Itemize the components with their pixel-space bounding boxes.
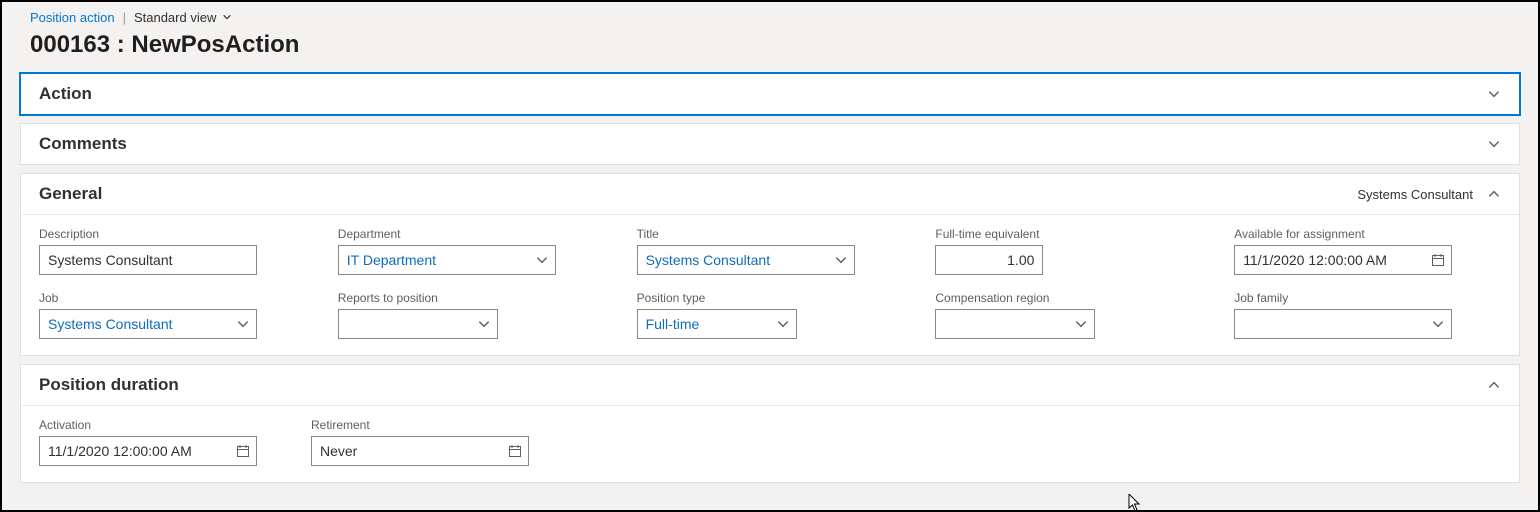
- chevron-down-icon: [776, 317, 790, 331]
- section-duration-header[interactable]: Position duration: [21, 365, 1519, 405]
- section-comments-title: Comments: [39, 134, 127, 154]
- title-lookup[interactable]: [637, 245, 855, 275]
- breadcrumb: Position action | Standard view: [2, 2, 1538, 27]
- fte-input-wrap: [935, 245, 1043, 275]
- department-input[interactable]: [347, 252, 547, 268]
- field-comp-region: Compensation region: [935, 291, 1202, 339]
- label-description: Description: [39, 227, 306, 241]
- position-type-lookup[interactable]: [637, 309, 797, 339]
- activation-date[interactable]: [39, 436, 257, 466]
- field-available: Available for assignment: [1234, 227, 1501, 275]
- comp-region-lookup[interactable]: [935, 309, 1095, 339]
- breadcrumb-separator: |: [123, 10, 126, 25]
- mouse-cursor-icon: [1128, 494, 1142, 512]
- field-retirement: Retirement: [311, 418, 583, 466]
- field-fte: Full-time equivalent: [935, 227, 1202, 275]
- page-title: 000163 : NewPosAction: [2, 27, 1538, 73]
- chevron-down-icon: [1487, 137, 1501, 151]
- label-reports-to: Reports to position: [338, 291, 605, 305]
- calendar-icon[interactable]: [508, 444, 522, 458]
- activation-input[interactable]: [48, 443, 248, 459]
- job-family-input[interactable]: [1243, 316, 1443, 332]
- chevron-up-icon: [1487, 187, 1501, 201]
- label-department: Department: [338, 227, 605, 241]
- chevron-down-icon: [222, 12, 232, 25]
- section-comments-header[interactable]: Comments: [21, 124, 1519, 164]
- field-job: Job: [39, 291, 306, 339]
- section-general: General Systems Consultant Description D…: [20, 173, 1520, 356]
- chevron-down-icon: [535, 253, 549, 267]
- input-description-wrap: [39, 245, 257, 275]
- field-position-type: Position type: [637, 291, 904, 339]
- available-input[interactable]: [1243, 252, 1443, 268]
- job-input[interactable]: [48, 316, 248, 332]
- retirement-date[interactable]: [311, 436, 529, 466]
- description-input[interactable]: [48, 252, 248, 268]
- comp-region-input[interactable]: [944, 316, 1086, 332]
- section-general-header[interactable]: General Systems Consultant: [21, 174, 1519, 214]
- view-label: Standard view: [134, 10, 216, 25]
- field-reports-to: Reports to position: [338, 291, 605, 339]
- section-general-title: General: [39, 184, 102, 204]
- label-title: Title: [637, 227, 904, 241]
- breadcrumb-module-link[interactable]: Position action: [30, 10, 115, 25]
- position-type-input[interactable]: [646, 316, 788, 332]
- section-action-title: Action: [39, 84, 92, 104]
- label-retirement: Retirement: [311, 418, 583, 432]
- section-general-summary: Systems Consultant: [1357, 187, 1473, 202]
- reports-to-lookup[interactable]: [338, 309, 498, 339]
- label-activation: Activation: [39, 418, 311, 432]
- field-department: Department: [338, 227, 605, 275]
- label-job: Job: [39, 291, 306, 305]
- chevron-down-icon: [477, 317, 491, 331]
- job-family-lookup[interactable]: [1234, 309, 1452, 339]
- chevron-down-icon: [1074, 317, 1088, 331]
- label-job-family: Job family: [1234, 291, 1501, 305]
- chevron-down-icon: [834, 253, 848, 267]
- section-action-header[interactable]: Action: [21, 74, 1519, 114]
- view-switcher[interactable]: Standard view: [134, 10, 232, 25]
- calendar-icon[interactable]: [1431, 253, 1445, 267]
- field-job-family: Job family: [1234, 291, 1501, 339]
- label-position-type: Position type: [637, 291, 904, 305]
- title-input[interactable]: [646, 252, 846, 268]
- job-lookup[interactable]: [39, 309, 257, 339]
- chevron-up-icon: [1487, 378, 1501, 392]
- retirement-input[interactable]: [320, 443, 520, 459]
- label-available: Available for assignment: [1234, 227, 1501, 241]
- field-activation: Activation: [39, 418, 311, 466]
- section-duration-title: Position duration: [39, 375, 179, 395]
- available-date[interactable]: [1234, 245, 1452, 275]
- section-action: Action: [20, 73, 1520, 115]
- fte-input[interactable]: [944, 252, 1034, 268]
- label-fte: Full-time equivalent: [935, 227, 1202, 241]
- chevron-down-icon: [236, 317, 250, 331]
- department-lookup[interactable]: [338, 245, 556, 275]
- chevron-down-icon: [1487, 87, 1501, 101]
- calendar-icon[interactable]: [236, 444, 250, 458]
- field-title: Title: [637, 227, 904, 275]
- chevron-down-icon: [1431, 317, 1445, 331]
- field-description: Description: [39, 227, 306, 275]
- section-duration: Position duration Activation Retirement: [20, 364, 1520, 483]
- reports-to-input[interactable]: [347, 316, 489, 332]
- label-comp-region: Compensation region: [935, 291, 1202, 305]
- section-comments: Comments: [20, 123, 1520, 165]
